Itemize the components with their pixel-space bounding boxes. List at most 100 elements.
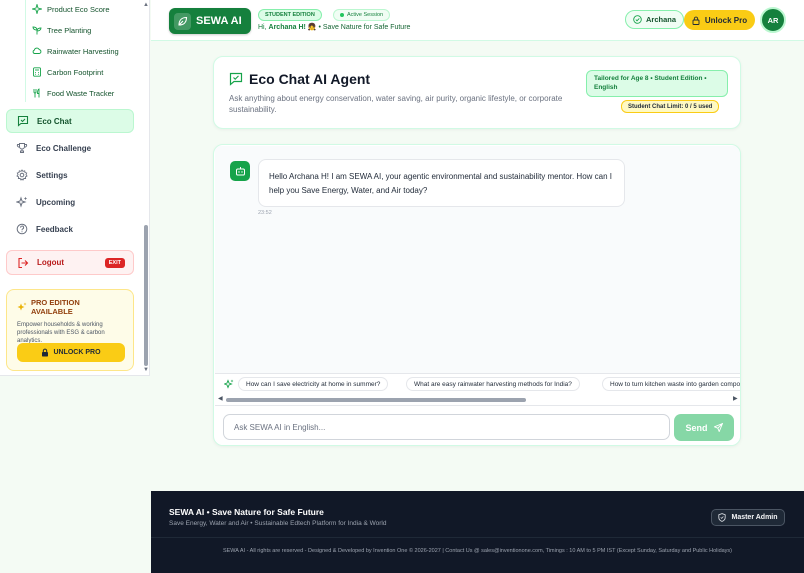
- lock-icon: [41, 348, 49, 357]
- page-title-text: Eco Chat AI Agent: [249, 71, 371, 87]
- bot-message-bubble: Hello Archana H! I am SEWA AI, your agen…: [258, 159, 625, 207]
- sidebar-subitem-label: Food Waste Tracker: [47, 88, 115, 98]
- submenu-guide-line: [25, 0, 26, 102]
- logout-label: Logout: [37, 258, 65, 267]
- suggestion-chip[interactable]: What are easy rainwater harvesting metho…: [406, 377, 580, 391]
- sidebar-subitem-label: Tree Planting: [47, 25, 92, 35]
- app-logo[interactable]: SEWA AI: [169, 8, 251, 34]
- page-description: Ask anything about energy conservation, …: [229, 94, 563, 114]
- logout-icon: [17, 257, 29, 269]
- suggestion-scrollbar[interactable]: ◀ ▶: [215, 394, 740, 404]
- bot-avatar-icon: [230, 161, 250, 181]
- tailored-badge: Tailored for Age 8 • Student Edition • E…: [586, 70, 728, 97]
- sidebar-item-eco-challenge[interactable]: Eco Challenge: [6, 136, 134, 160]
- logout-button[interactable]: Logout EXIT: [6, 250, 134, 275]
- chat-icon: [229, 72, 243, 86]
- agent-info-card: Eco Chat AI Agent Ask anything about ene…: [213, 56, 741, 129]
- sidebar-subitem-tree-planting[interactable]: Tree Planting: [32, 21, 91, 39]
- scroll-down-arrow-icon[interactable]: ▼: [143, 367, 149, 373]
- sidebar-item-upcoming[interactable]: Upcoming: [6, 190, 134, 214]
- suggestion-chip[interactable]: How can I save electricity at home in su…: [238, 377, 389, 391]
- sidebar-item-label: Settings: [36, 170, 68, 180]
- leaf-icon: [174, 12, 191, 30]
- unlock-pro-sidebar-button[interactable]: UNLOCK PRO: [17, 343, 125, 362]
- sidebar-item-settings[interactable]: Settings: [6, 163, 134, 187]
- cloud-icon: [32, 46, 42, 56]
- suggestion-chip[interactable]: How to turn kitchen waste into garden co…: [602, 377, 740, 391]
- edition-badge: STUDENT EDITION: [258, 9, 322, 21]
- check-circle-icon: [633, 15, 642, 24]
- message-list[interactable]: Hello Archana H! I am SEWA AI, your agen…: [215, 146, 740, 373]
- footer-title: SEWA AI • Save Nature for Safe Future: [169, 507, 324, 517]
- sparkles-icon: [16, 196, 28, 208]
- master-admin-button[interactable]: Master Admin: [711, 509, 785, 526]
- sparkles-icon: [17, 302, 27, 312]
- send-label: Send: [685, 422, 708, 433]
- site-footer: SEWA AI • Save Nature for Safe Future Sa…: [151, 491, 804, 573]
- trophy-icon: [16, 142, 28, 154]
- sidebar-item-label: Feedback: [36, 224, 73, 234]
- greeting-prefix: Hi,: [258, 24, 267, 31]
- sidebar-subitem-product-eco-score[interactable]: Product Eco Score: [32, 0, 110, 18]
- user-pill[interactable]: Archana: [625, 10, 685, 29]
- gear-icon: [16, 169, 28, 181]
- pro-card-description: Empower households & working professiona…: [17, 322, 105, 344]
- unlock-pro-button[interactable]: Unlock Pro: [684, 10, 755, 30]
- send-button[interactable]: Send: [674, 414, 734, 441]
- scroll-up-arrow-icon[interactable]: ▲: [143, 2, 149, 8]
- user-pill-name: Archana: [646, 15, 677, 24]
- footer-subtitle: Save Energy, Water and Air • Sustainable…: [169, 520, 387, 527]
- sidebar-item-label: Eco Chat: [37, 116, 72, 126]
- chat-input[interactable]: [223, 414, 670, 440]
- sidebar-subitem-food-waste-tracker[interactable]: Food Waste Tracker: [32, 84, 114, 102]
- sidebar-item-label: Eco Challenge: [36, 143, 92, 153]
- composer: Send: [215, 405, 740, 445]
- scroll-right-arrow-icon[interactable]: ▶: [733, 395, 738, 402]
- greeting-name: Archana H!: [268, 24, 306, 31]
- status-dot-icon: [340, 13, 344, 17]
- footer-copyright: SEWA AI - All rights are reserved - Desi…: [222, 548, 733, 554]
- sidebar-item-label: Upcoming: [36, 197, 76, 207]
- pro-card-title-text: PRO EDITION AVAILABLE: [31, 298, 80, 316]
- sidebar-subitem-label: Rainwater Harvesting: [47, 46, 119, 56]
- chat-limit-badge: Student Chat Limit: 0 / 5 used: [621, 100, 720, 113]
- pro-card-title: PRO EDITION AVAILABLE: [17, 298, 123, 316]
- sidebar-item-feedback[interactable]: Feedback: [6, 217, 134, 241]
- chat-icon: [17, 115, 29, 127]
- calculator-icon: [32, 67, 42, 77]
- utensils-icon: [32, 88, 42, 98]
- help-icon: [16, 223, 28, 235]
- greeting-line: Hi, Archana H! 👧 • Save Nature for Safe …: [258, 23, 410, 31]
- shield-icon: [718, 513, 727, 522]
- unlock-pro-label: Unlock Pro: [704, 15, 748, 25]
- sidebar-subitem-carbon-footprint[interactable]: Carbon Footprint: [32, 63, 103, 81]
- avatar[interactable]: AR: [760, 7, 786, 33]
- sidebar-subitem-label: Product Eco Score: [47, 4, 110, 14]
- message-timestamp: 23:52: [258, 210, 272, 216]
- scroll-left-arrow-icon[interactable]: ◀: [218, 395, 223, 402]
- sidebar-subitem-rainwater-harvesting[interactable]: Rainwater Harvesting: [32, 42, 119, 60]
- exit-badge: EXIT: [104, 258, 125, 268]
- chat-limit-prefix: Student Chat Limit:: [628, 103, 684, 110]
- chat-panel: Hello Archana H! I am SEWA AI, your agen…: [213, 144, 741, 446]
- app-logo-text: SEWA AI: [196, 15, 242, 27]
- sparkle-icon: [32, 4, 42, 14]
- master-admin-label: Master Admin: [731, 514, 778, 521]
- suggestion-bar: How can I save electricity at home in su…: [215, 373, 740, 393]
- sidebar-scrollbar[interactable]: ▲ ▼: [142, 0, 149, 375]
- lock-icon: [692, 16, 700, 25]
- page-title: Eco Chat AI Agent: [229, 71, 370, 87]
- greeting-emoji: 👧: [307, 24, 317, 31]
- sidebar-scrollbar-thumb[interactable]: [144, 225, 148, 366]
- sidebar: Product Eco Score Tree Planting Rainwate…: [0, 0, 150, 376]
- pro-edition-card: PRO EDITION AVAILABLE Empower households…: [6, 289, 134, 371]
- footer-divider: [151, 537, 804, 538]
- session-badge-label: Active Session: [347, 12, 384, 18]
- chat-limit-value: 0 / 5 used: [685, 103, 713, 110]
- unlock-pro-sidebar-label: UNLOCK PRO: [53, 349, 101, 356]
- session-badge: Active Session: [333, 9, 391, 21]
- top-header: SEWA AI STUDENT EDITION Active Session H…: [151, 0, 804, 41]
- sidebar-item-eco-chat[interactable]: Eco Chat: [6, 109, 134, 133]
- suggestion-scrollbar-thumb[interactable]: [226, 398, 526, 402]
- sprout-icon: [32, 25, 42, 35]
